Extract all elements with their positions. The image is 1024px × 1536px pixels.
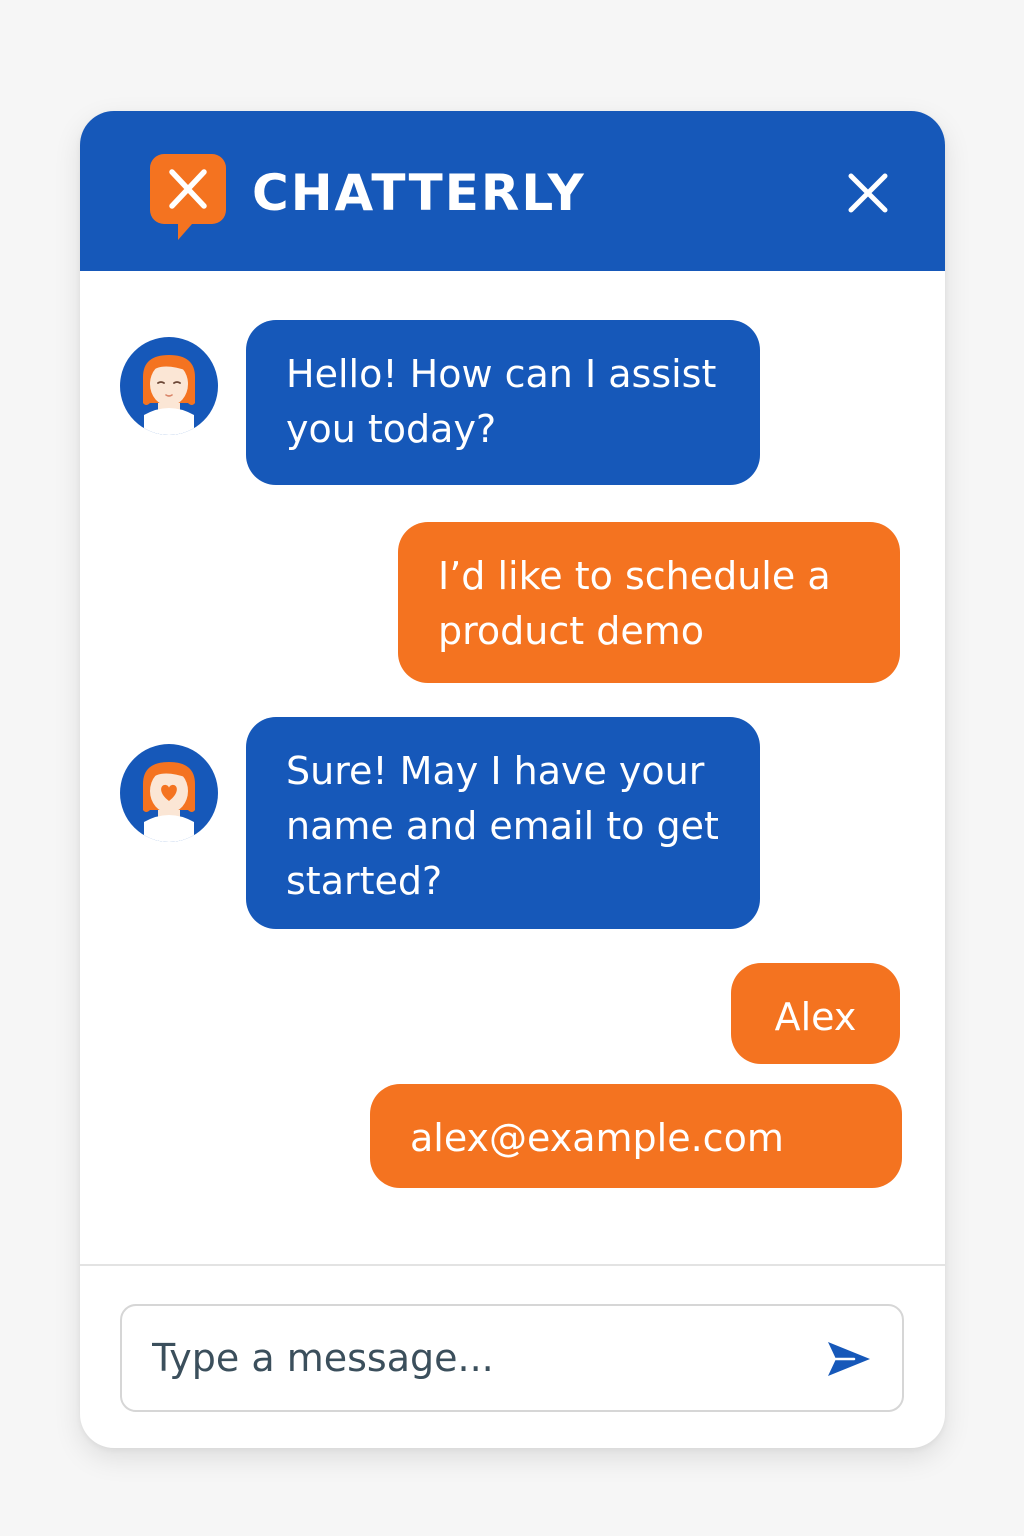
user-message: Alex xyxy=(731,963,900,1064)
agent-heart-face-icon xyxy=(143,762,195,842)
user-message: I’d like to schedule a product demo xyxy=(398,522,900,683)
composer-divider xyxy=(80,1264,945,1266)
chat-header: CHATTERLY xyxy=(80,111,945,271)
chat-bubble-x-logo-icon xyxy=(150,154,226,240)
app-name: CHATTERLY xyxy=(252,164,586,222)
agent-face-icon xyxy=(143,355,195,435)
message-input[interactable] xyxy=(152,1324,792,1392)
user-message: alex@example.com xyxy=(370,1084,902,1188)
agent-avatar xyxy=(120,337,218,435)
message-composer xyxy=(120,1304,904,1412)
close-icon[interactable] xyxy=(838,163,898,223)
chat-widget: CHATTERLY Hello! How can I assist you to… xyxy=(80,111,945,1448)
agent-avatar-heart xyxy=(120,744,218,842)
bot-message: Hello! How can I assist you today? xyxy=(246,320,760,485)
bot-message: Sure! May I have your name and email to … xyxy=(246,717,760,929)
send-icon[interactable] xyxy=(824,1334,874,1384)
